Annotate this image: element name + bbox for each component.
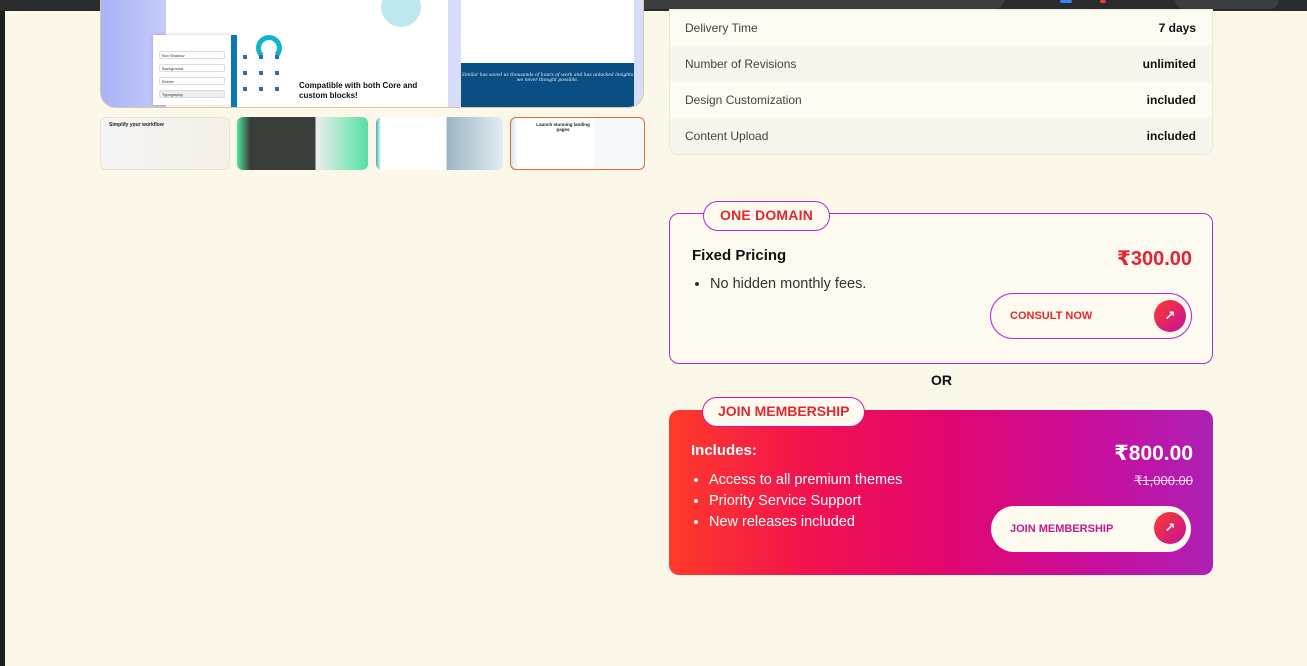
- icon-grid-preview: [237, 47, 287, 103]
- panel-row: Border: [159, 77, 225, 85]
- plan-title: Includes:: [691, 442, 757, 459]
- arrow-up-right-icon: ↗: [1154, 512, 1186, 544]
- window-edge: [0, 0, 5, 666]
- spec-key: Design Customization: [685, 93, 802, 107]
- or-separator: OR: [931, 372, 952, 388]
- specifications-table: Delivery Time 7 days Number of Revisions…: [669, 9, 1213, 155]
- spec-key: Content Upload: [685, 129, 769, 143]
- panel-row: Background: [159, 64, 225, 72]
- plan-features: Access to all premium themes Priority Se…: [709, 472, 902, 535]
- spec-key: Delivery Time: [685, 21, 758, 35]
- gallery-main-image[interactable]: Box Shadow Background Border Typography …: [100, 0, 644, 108]
- settings-panel-preview: Box Shadow Background Border Typography: [153, 35, 231, 105]
- profile-button[interactable]: [1175, 0, 1279, 9]
- consult-now-button[interactable]: CONSULT NOW ↗: [990, 293, 1192, 339]
- thumbnail-text: Launch stunning landing pages: [536, 122, 590, 132]
- gallery-thumbnail-1[interactable]: Simplify your workflow: [100, 117, 230, 170]
- spec-row: Content Upload included: [670, 118, 1212, 154]
- extension-icon[interactable]: [1060, 0, 1072, 3]
- plan-tag: ONE DOMAIN: [703, 201, 830, 231]
- decorative-circle: [381, 0, 421, 27]
- gallery-thumbnail-4-selected[interactable]: Launch stunning landing pages: [510, 117, 645, 170]
- spec-value: included: [1146, 129, 1196, 143]
- gallery-thumbnails: Simplify your workflow Launch stunning l…: [100, 117, 645, 171]
- testimonial-quote: Similar has saved us thousands of hours …: [461, 63, 634, 107]
- spec-row: Design Customization included: [670, 82, 1212, 118]
- gallery-thumbnail-3[interactable]: [376, 117, 503, 170]
- arrow-up-right-icon: ↗: [1154, 300, 1186, 332]
- feature-item: No hidden monthly fees.: [710, 276, 866, 292]
- spec-key: Number of Revisions: [685, 57, 797, 71]
- plan-title: Fixed Pricing: [692, 247, 787, 264]
- join-membership-button[interactable]: JOIN MEMBERSHIP ↗: [991, 506, 1191, 552]
- feature-item: Access to all premium themes: [709, 472, 902, 488]
- plan-price: ₹800.00: [1114, 442, 1193, 465]
- plan-price: ₹300.00: [1116, 248, 1192, 270]
- gallery-thumbnail-2[interactable]: [237, 117, 368, 170]
- thumbnail-text: Simplify your workflow: [109, 122, 164, 128]
- panel-row: Box Shadow: [159, 51, 225, 59]
- gallery-caption: Compatible with both Core and custom blo…: [299, 81, 418, 100]
- feature-columns-preview: [475, 19, 625, 59]
- pricing-card-one-domain: ONE DOMAIN Fixed Pricing No hidden month…: [669, 201, 1213, 364]
- pricing-card-membership: JOIN MEMBERSHIP Includes: Access to all …: [669, 397, 1213, 575]
- feature-item: New releases included: [709, 514, 902, 530]
- extension-icon[interactable]: [1100, 0, 1106, 3]
- button-label: CONSULT NOW: [1010, 310, 1093, 322]
- panel-row: Typography: [159, 90, 225, 98]
- spec-value: 7 days: [1158, 21, 1196, 35]
- plan-tag: JOIN MEMBERSHIP: [702, 397, 866, 427]
- plan-features: No hidden monthly fees.: [710, 276, 866, 295]
- plan-old-price: ₹1,000.00: [1134, 473, 1193, 488]
- spec-row: Number of Revisions unlimited: [670, 46, 1212, 82]
- testimonial-preview: Similar has saved us thousands of hours …: [461, 0, 634, 107]
- spec-row: Delivery Time 7 days: [670, 10, 1212, 46]
- spec-value: unlimited: [1142, 57, 1196, 71]
- spec-value: included: [1146, 93, 1196, 107]
- button-label: JOIN MEMBERSHIP: [1010, 523, 1114, 535]
- feature-item: Priority Service Support: [709, 493, 902, 509]
